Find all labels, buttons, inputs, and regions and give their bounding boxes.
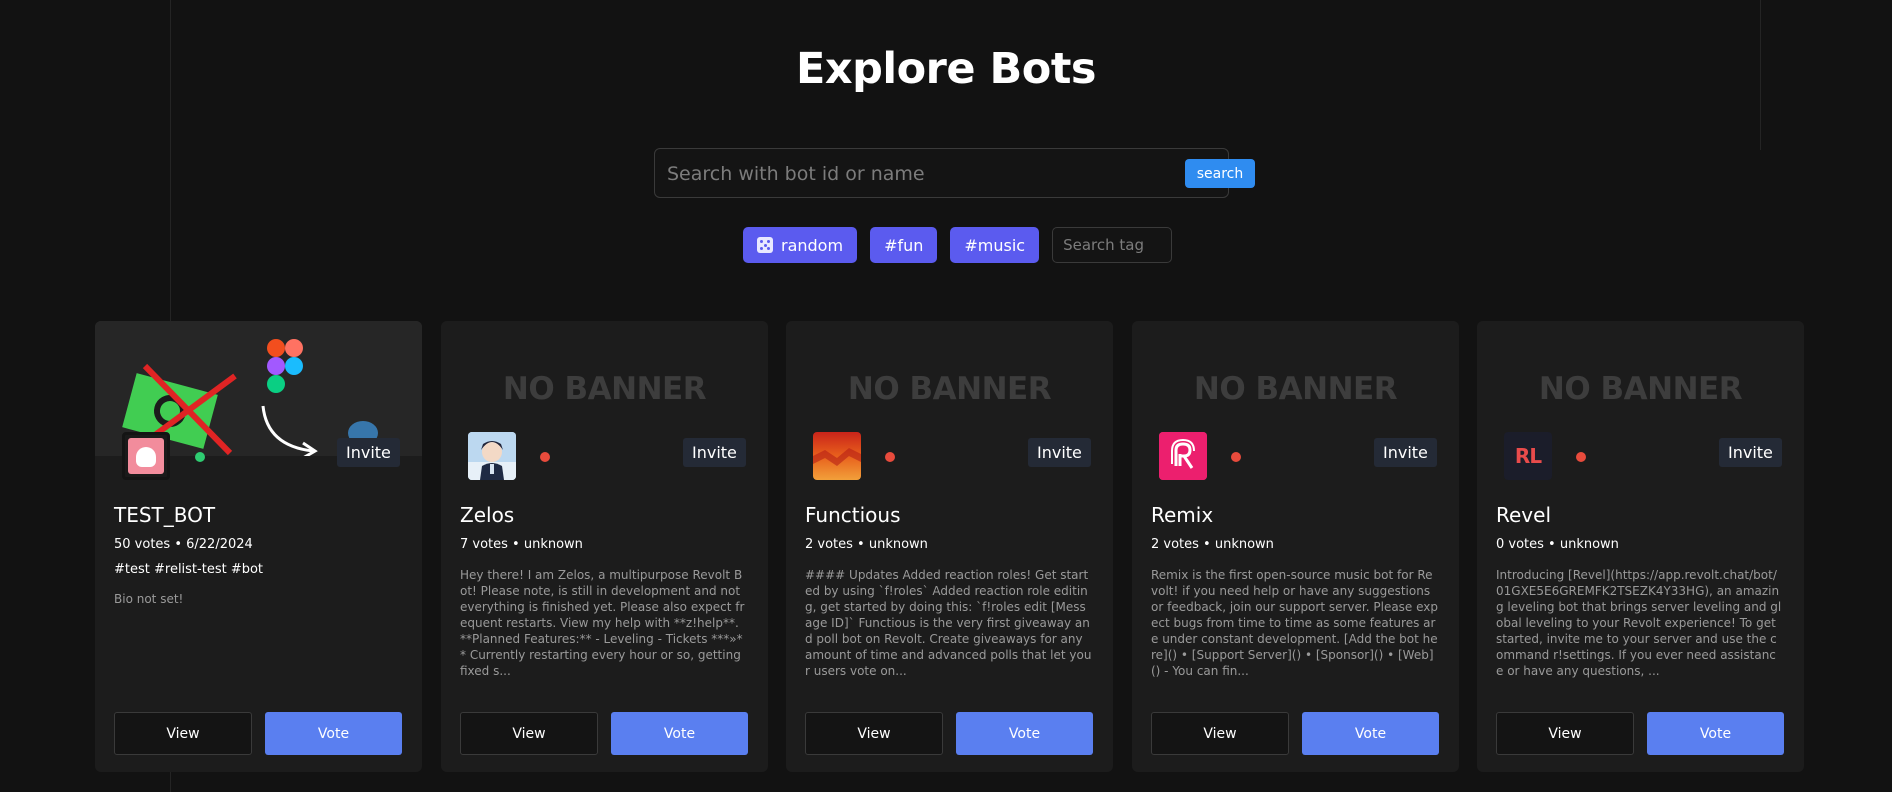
bot-tags: #test #relist-test #bot (114, 562, 264, 577)
vote-button[interactable]: Vote (265, 712, 402, 755)
bot-votes-date: 7 votes • unknown (460, 537, 583, 552)
bot-description: Introducing [Revel](https://app.revolt.c… (1496, 568, 1782, 678)
vote-button[interactable]: Vote (1647, 712, 1784, 755)
bot-search-box (654, 148, 1229, 198)
bot-name: TEST_BOT (114, 503, 216, 527)
bot-description: Remix is the first open-source music bot… (1151, 568, 1439, 678)
status-online-dot (195, 452, 205, 462)
bot-card: NO BANNER RL Invite Revel 0 votes • unkn… (1477, 321, 1804, 772)
remix-logo-icon (1159, 432, 1207, 480)
invite-button[interactable]: Invite (337, 438, 400, 467)
dice-icon (757, 237, 773, 253)
tag-music-button[interactable]: #music (950, 227, 1040, 263)
bot-card: Invite TEST_BOT 50 votes • 6/22/2024 #te… (95, 321, 422, 772)
view-button[interactable]: View (1151, 712, 1289, 755)
tag-fun-button[interactable]: #fun (870, 227, 938, 263)
vote-button[interactable]: Vote (956, 712, 1093, 755)
bot-votes-date: 2 votes • unknown (805, 537, 928, 552)
view-button[interactable]: View (460, 712, 598, 755)
status-offline-dot (540, 452, 550, 462)
bot-card: NO BANNER Invite Functious 2 votes • unk… (786, 321, 1113, 772)
search-button[interactable]: search (1185, 159, 1255, 188)
bot-avatar (813, 432, 861, 480)
no-banner-text: NO BANNER (1193, 371, 1398, 407)
bot-avatar (468, 432, 516, 480)
invite-button[interactable]: Invite (1028, 438, 1091, 467)
bot-search-input[interactable] (665, 157, 1169, 191)
no-banner-text: NO BANNER (1538, 371, 1743, 407)
bot-description: Hey there! I am Zelos, a multipurpose Re… (460, 568, 745, 678)
avatar-initials: RL (1514, 444, 1542, 468)
bot-avatar: RL (1504, 432, 1552, 480)
bot-description: #### Updates Added reaction roles! Get s… (805, 568, 1092, 678)
view-button[interactable]: View (805, 712, 943, 755)
bot-votes-date: 2 votes • unknown (1151, 537, 1274, 552)
bot-avatar (122, 432, 170, 480)
no-banner-text: NO BANNER (502, 371, 707, 407)
status-offline-dot (1576, 452, 1586, 462)
page-title: Explore Bots (796, 44, 1096, 94)
view-button[interactable]: View (114, 712, 252, 755)
bot-name: Zelos (460, 503, 515, 527)
bot-name: Revel (1496, 503, 1551, 527)
bot-name: Remix (1151, 503, 1214, 527)
bot-votes-date: 50 votes • 6/22/2024 (114, 537, 253, 552)
bot-name: Functious (805, 503, 901, 527)
vote-button[interactable]: Vote (611, 712, 748, 755)
bot-card: NO BANNER Invite Remix 2 votes • unknown… (1132, 321, 1459, 772)
tag-filter-bar: random #fun #music (743, 227, 1173, 263)
view-button[interactable]: View (1496, 712, 1634, 755)
status-offline-dot (885, 452, 895, 462)
bot-avatar (1159, 432, 1207, 480)
invite-button[interactable]: Invite (1719, 438, 1782, 467)
invite-button[interactable]: Invite (1374, 438, 1437, 467)
bot-card: NO BANNER Invite Zelos 7 votes • unknown… (441, 321, 768, 772)
no-banner-text: NO BANNER (847, 371, 1052, 407)
tag-random-label: random (781, 235, 844, 255)
vote-button[interactable]: Vote (1302, 712, 1439, 755)
invite-button[interactable]: Invite (683, 438, 746, 467)
tag-search-input[interactable] (1052, 227, 1173, 263)
tag-random-button[interactable]: random (743, 227, 858, 263)
bot-votes-date: 0 votes • unknown (1496, 537, 1619, 552)
status-offline-dot (1231, 452, 1241, 462)
bot-bio: Bio not set! (114, 592, 184, 606)
